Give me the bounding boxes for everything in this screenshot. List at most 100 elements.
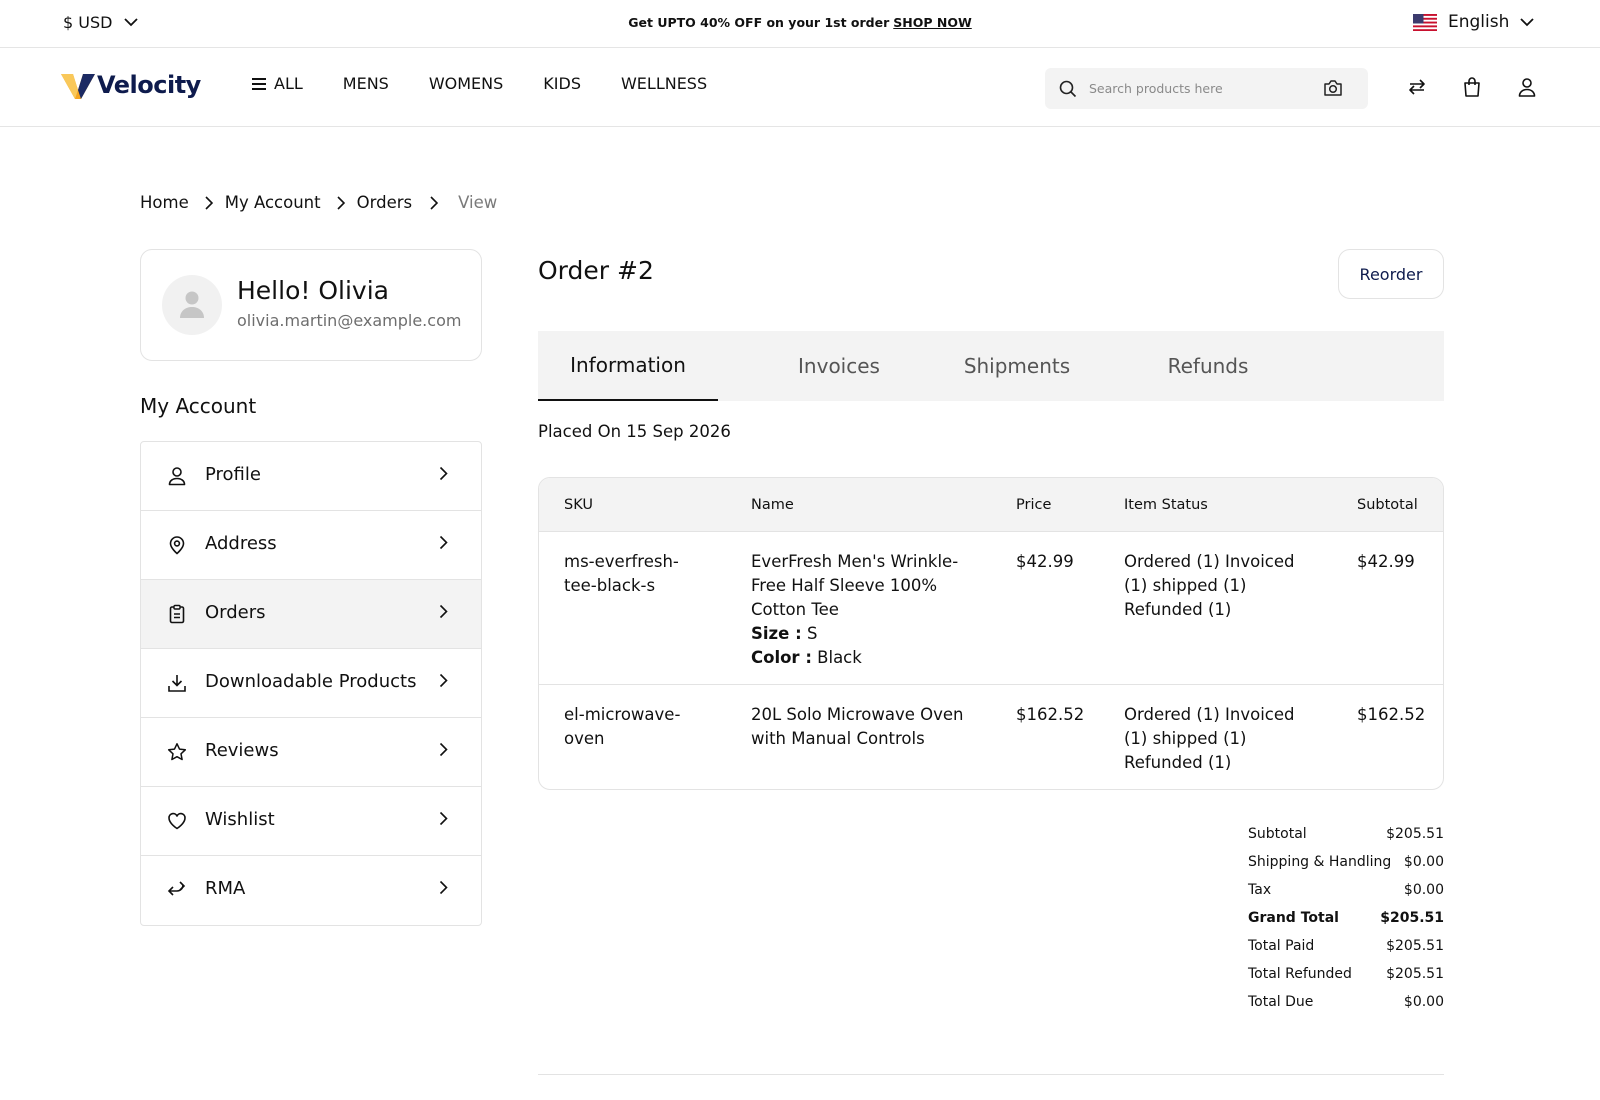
sidebar-item-orders[interactable]: Orders xyxy=(141,580,481,649)
totals-row-shipping: Shipping & Handling $0.00 xyxy=(1248,848,1444,876)
option-label: Size : xyxy=(751,624,802,643)
chevron-right-icon xyxy=(439,535,448,550)
page-title: Order #2 xyxy=(538,256,654,285)
sidebar-item-profile[interactable]: Profile xyxy=(141,442,481,511)
tab-invoices[interactable]: Invoices xyxy=(749,331,929,401)
order-tabs: Information Invoices Shipments Refunds xyxy=(538,331,1444,401)
user-email: olivia.martin@example.com xyxy=(237,311,462,330)
nav-label: ALL xyxy=(274,74,303,93)
table-row: ms-everfresh-tee-black-s EverFresh Men's… xyxy=(539,532,1443,685)
option-value: Black xyxy=(817,648,862,667)
language-selector[interactable]: English xyxy=(1413,12,1535,32)
star-icon xyxy=(167,742,187,762)
user-placeholder-icon xyxy=(179,290,205,320)
account-section-title: My Account xyxy=(140,394,257,418)
shop-now-link[interactable]: SHOP NOW xyxy=(893,15,971,30)
tab-refunds[interactable]: Refunds xyxy=(1118,331,1298,401)
totals-value: $205.51 xyxy=(1380,910,1444,926)
nav-item-womens[interactable]: WOMENS xyxy=(429,74,503,93)
totals-value: $0.00 xyxy=(1403,854,1444,870)
totals-row-grand-total: Grand Total $205.51 xyxy=(1248,904,1444,932)
reorder-button[interactable]: Reorder xyxy=(1338,249,1444,299)
chevron-down-icon xyxy=(1520,17,1535,27)
logo-mark-icon xyxy=(61,70,95,100)
chevron-right-icon xyxy=(205,195,213,210)
nav-item-wellness[interactable]: WELLNESS xyxy=(621,74,707,93)
chevron-right-icon xyxy=(439,466,448,481)
sidebar-item-label: Reviews xyxy=(205,740,279,761)
language-label: English xyxy=(1448,12,1510,32)
sidebar-item-rma[interactable]: RMA xyxy=(141,856,481,925)
column-header-item-status: Item Status xyxy=(1124,497,1208,513)
camera-icon[interactable] xyxy=(1323,79,1343,97)
item-name: EverFresh Men's Wrinkle-Free Half Sleeve… xyxy=(751,552,959,619)
totals-row-total-paid: Total Paid $205.51 xyxy=(1248,932,1444,960)
sidebar-item-label: Profile xyxy=(205,464,261,485)
breadcrumb-my-account[interactable]: My Account xyxy=(225,193,321,212)
column-header-sku: SKU xyxy=(564,497,593,513)
breadcrumb-orders[interactable]: Orders xyxy=(357,193,413,212)
clipboard-icon xyxy=(167,604,187,624)
totals-value: $205.51 xyxy=(1386,938,1444,954)
avatar xyxy=(162,275,222,335)
sidebar-item-label: Wishlist xyxy=(205,809,275,830)
tab-information[interactable]: Information xyxy=(538,331,718,401)
column-header-name: Name xyxy=(751,497,794,513)
item-status: Ordered (1) Invoiced (1) shipped (1) Ref… xyxy=(1124,705,1295,772)
search-icon[interactable] xyxy=(1059,80,1077,98)
breadcrumb-current: View xyxy=(458,193,498,212)
order-items-table: SKU Name Price Item Status Subtotal ms-e… xyxy=(538,477,1444,790)
item-status: Ordered (1) Invoiced (1) shipped (1) Ref… xyxy=(1124,552,1295,619)
main-header: Velocity ALL MENS WOMENS KIDS WELLNESS xyxy=(0,48,1600,127)
totals-value: $0.00 xyxy=(1403,994,1444,1010)
totals-value: $0.00 xyxy=(1403,882,1444,898)
shopping-bag-icon[interactable] xyxy=(1463,77,1481,97)
promo-text: Get UPTO 40% OFF on your 1st order xyxy=(628,15,890,30)
totals-label: Tax xyxy=(1248,882,1272,898)
chevron-right-icon xyxy=(439,673,448,688)
sidebar-item-address[interactable]: Address xyxy=(141,511,481,580)
logo[interactable]: Velocity xyxy=(61,70,201,100)
top-strip: $ USD Get UPTO 40% OFF on your 1st order… xyxy=(0,0,1600,48)
nav-label: WELLNESS xyxy=(620,74,708,93)
totals-row-total-due: Total Due $0.00 xyxy=(1248,988,1444,1016)
nav-item-all[interactable]: ALL xyxy=(252,74,303,93)
item-name-cell: EverFresh Men's Wrinkle-Free Half Sleeve… xyxy=(751,550,961,670)
sidebar-item-label: Address xyxy=(205,533,277,554)
totals-label: Shipping & Handling xyxy=(1248,854,1392,870)
breadcrumb-home[interactable]: Home xyxy=(140,193,189,212)
chevron-right-icon xyxy=(430,195,439,210)
chevron-right-icon xyxy=(439,880,448,895)
search-input[interactable] xyxy=(1089,68,1319,109)
chevron-right-icon xyxy=(439,742,448,757)
totals-row-subtotal: Subtotal $205.51 xyxy=(1248,820,1444,848)
table-row: el-microwave-oven 20L Solo Microwave Ove… xyxy=(539,685,1443,789)
item-price: $42.99 xyxy=(1016,552,1074,571)
compare-icon[interactable] xyxy=(1407,77,1427,97)
totals-label: Total Due xyxy=(1248,994,1314,1010)
sidebar-item-label: Orders xyxy=(205,602,266,623)
totals-label: Grand Total xyxy=(1248,910,1339,926)
sidebar-item-downloadable-products[interactable]: Downloadable Products xyxy=(141,649,481,718)
sidebar-item-label: RMA xyxy=(205,878,246,899)
totals-value: $205.51 xyxy=(1386,966,1444,982)
item-option: Color : Black xyxy=(751,646,961,670)
breadcrumb: Home My Account Orders View xyxy=(140,193,497,212)
heart-icon xyxy=(167,811,187,831)
order-totals: Subtotal $205.51 Shipping & Handling $0.00… xyxy=(1248,820,1444,1016)
sidebar-item-reviews[interactable]: Reviews xyxy=(141,718,481,787)
nav-item-mens[interactable]: MENS xyxy=(343,74,389,93)
placed-on-date: Placed On 15 Sep 2026 xyxy=(538,422,731,441)
sidebar-item-wishlist[interactable]: Wishlist xyxy=(141,787,481,856)
chevron-right-icon xyxy=(439,811,448,826)
totals-label: Total Refunded xyxy=(1248,966,1352,982)
tab-shipments[interactable]: Shipments xyxy=(927,331,1107,401)
nav-item-kids[interactable]: KIDS xyxy=(543,74,581,93)
item-price: $162.52 xyxy=(1016,705,1085,724)
user-account-icon[interactable] xyxy=(1518,77,1536,97)
nav-label: MENS xyxy=(342,74,389,93)
nav-label: WOMENS xyxy=(428,74,504,93)
search-bar xyxy=(1045,68,1368,109)
totals-label: Subtotal xyxy=(1248,826,1307,842)
hamburger-menu-icon xyxy=(252,77,266,90)
